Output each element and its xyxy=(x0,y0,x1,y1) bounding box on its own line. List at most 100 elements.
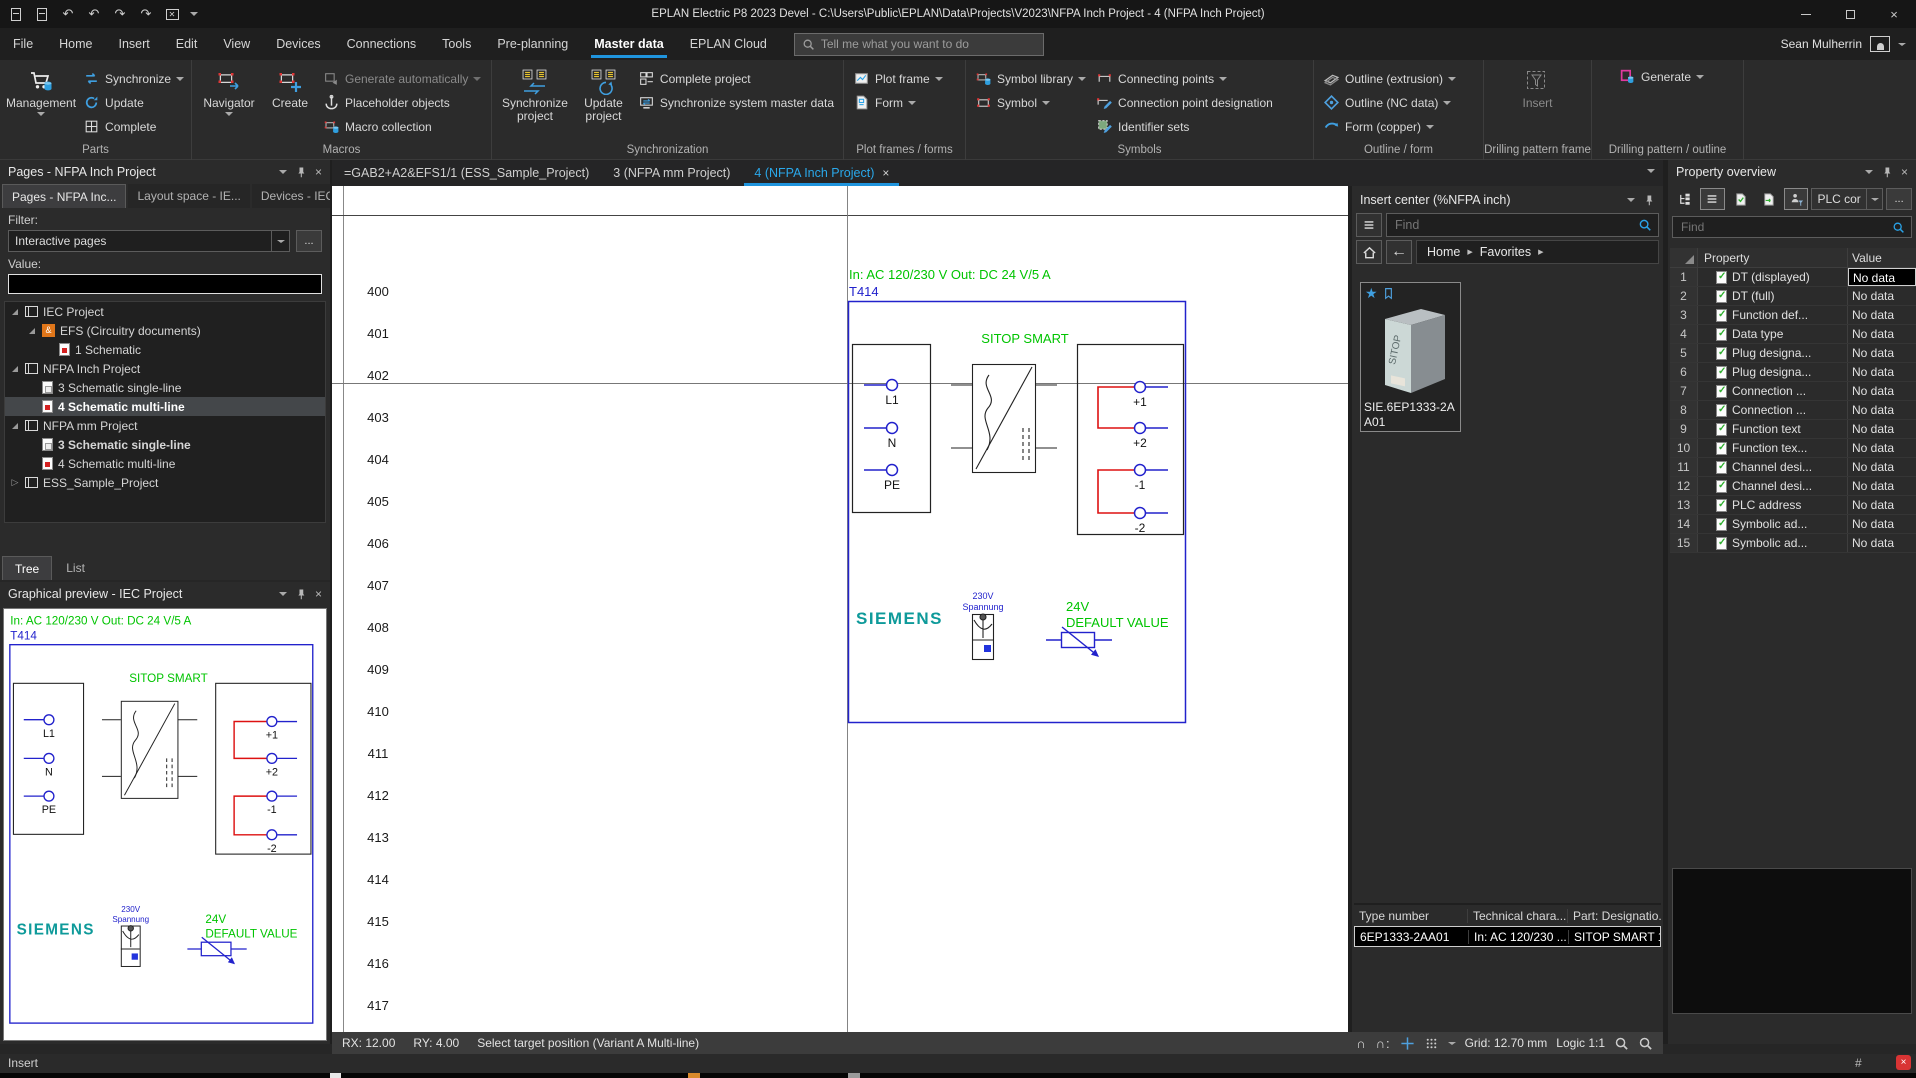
scheme-more-button[interactable]: ... xyxy=(1886,188,1912,210)
property-value[interactable]: No data xyxy=(1848,458,1916,476)
property-row[interactable]: 5Plug designa...No data xyxy=(1670,344,1916,363)
menu-tab-devices[interactable]: Devices xyxy=(263,28,333,60)
restore-button[interactable] xyxy=(1828,0,1872,28)
part-table-row[interactable]: 6EP1333-2AA01In: AC 120/230 ...SITOP SMA… xyxy=(1354,926,1661,947)
macro-collection-button[interactable]: Macro collection xyxy=(320,115,484,138)
previous-page-icon[interactable] xyxy=(8,6,24,22)
undo-list-icon[interactable]: ↶ xyxy=(60,6,76,22)
paste-properties-button[interactable] xyxy=(1756,188,1781,210)
synchronize-project-button[interactable]: Synchronize project xyxy=(498,65,572,123)
tree-item[interactable]: 4 Schematic multi-line xyxy=(5,454,325,473)
property-row[interactable]: 10Function tex...No data xyxy=(1670,439,1916,458)
menu-tab-pre-planning[interactable]: Pre-planning xyxy=(484,28,581,60)
insert-drill-button[interactable]: Insert xyxy=(1501,65,1575,110)
plot-frame-button[interactable]: Plot frame xyxy=(850,67,946,90)
connection-point-designation-button[interactable]: Connection point designation xyxy=(1093,91,1276,114)
form-button[interactable]: Form xyxy=(850,91,946,114)
insert-center-pin-icon[interactable] xyxy=(1643,194,1655,206)
property-value[interactable]: No data xyxy=(1848,363,1916,381)
tree-item[interactable]: 4 Schematic multi-line xyxy=(5,397,325,416)
editor-tab-1[interactable]: 3 (NFPA mm Project) xyxy=(601,160,742,186)
property-overview-pin-icon[interactable] xyxy=(1881,166,1893,178)
minimize-button[interactable] xyxy=(1784,0,1828,28)
menu-tab-view[interactable]: View xyxy=(210,28,263,60)
menu-tab-home[interactable]: Home xyxy=(46,28,105,60)
pages-panel-tab-0[interactable]: Pages - NFPA Inc... xyxy=(2,184,126,208)
value-input[interactable] xyxy=(8,274,322,294)
user-filter-button[interactable] xyxy=(1784,188,1809,210)
management-button[interactable]: Management xyxy=(6,65,76,116)
menu-tab-eplan-cloud[interactable]: EPLAN Cloud xyxy=(677,28,780,60)
property-row[interactable]: 11Channel desi...No data xyxy=(1670,458,1916,477)
tree-view-button[interactable] xyxy=(1672,188,1697,210)
redo-list-icon[interactable]: ↷ xyxy=(138,6,154,22)
property-value[interactable]: No data xyxy=(1848,401,1916,419)
tree-item[interactable]: &EFS (Circuitry documents) xyxy=(5,321,325,340)
editor-tab-2[interactable]: 4 (NFPA Inch Project)× xyxy=(742,160,901,186)
property-value[interactable]: No data xyxy=(1848,268,1916,286)
update-project-button[interactable]: Update project xyxy=(576,65,631,123)
property-overview-menu-icon[interactable] xyxy=(1865,170,1873,174)
identifier-sets-button[interactable]: Identifier sets xyxy=(1093,115,1276,138)
pages-bottom-tab-tree[interactable]: Tree xyxy=(2,556,52,580)
filter-more-button[interactable]: ... xyxy=(296,230,322,252)
property-value[interactable]: No data xyxy=(1848,382,1916,400)
home-button[interactable] xyxy=(1356,240,1382,264)
property-find[interactable] xyxy=(1672,216,1912,238)
symbol-button[interactable]: Symbol xyxy=(972,91,1089,114)
value-column-header[interactable]: Value xyxy=(1848,248,1916,267)
preview-panel-menu-icon[interactable] xyxy=(279,592,287,596)
property-value[interactable]: No data xyxy=(1848,344,1916,362)
complete-button[interactable]: Complete xyxy=(80,115,187,138)
property-row[interactable]: 15Symbolic ad...No data xyxy=(1670,534,1916,553)
tree-item[interactable]: 3 Schematic single-line xyxy=(5,435,325,454)
tree-item[interactable]: 3 Schematic single-line xyxy=(5,378,325,397)
find-magnifier-icon[interactable] xyxy=(1638,218,1652,232)
part-tile[interactable]: ★ SITOP SIE.6EP1333-2AA01 xyxy=(1360,282,1461,432)
snap-icon[interactable]: ∩ xyxy=(1356,1036,1366,1051)
user-caret-icon[interactable] xyxy=(1898,43,1906,46)
update-button[interactable]: Update xyxy=(80,91,187,114)
list-view-button[interactable] xyxy=(1700,188,1725,210)
property-value[interactable]: No data xyxy=(1848,325,1916,343)
grid-caret-icon[interactable] xyxy=(1448,1042,1456,1045)
copy-properties-button[interactable] xyxy=(1728,188,1753,210)
property-row[interactable]: 7Connection ...No data xyxy=(1670,382,1916,401)
tree-expander-icon[interactable] xyxy=(10,309,20,315)
insert-center-find-input[interactable] xyxy=(1393,217,1632,233)
editor-tab-close-icon[interactable]: × xyxy=(882,166,889,180)
next-page-icon[interactable] xyxy=(34,6,50,22)
navigator-button[interactable]: Navigator xyxy=(198,65,260,116)
property-value[interactable]: No data xyxy=(1848,515,1916,533)
splitter-left[interactable] xyxy=(330,160,332,1044)
insert-center-find[interactable] xyxy=(1386,213,1659,237)
outline-extrusion-button[interactable]: Outline (extrusion) xyxy=(1320,67,1459,90)
back-button[interactable]: ← xyxy=(1386,240,1412,264)
insert-center-menu-icon[interactable] xyxy=(1627,198,1635,202)
menu-tab-tools[interactable]: Tools xyxy=(429,28,484,60)
property-overview-close-icon[interactable]: × xyxy=(1901,165,1908,179)
property-value[interactable]: No data xyxy=(1848,439,1916,457)
undo-icon[interactable]: ↶ xyxy=(86,6,102,22)
tree-item[interactable]: 1 Schematic xyxy=(5,340,325,359)
generate-button[interactable]: Generate xyxy=(1616,65,1707,88)
pages-panel-close-icon[interactable]: × xyxy=(315,165,322,179)
property-value[interactable]: No data xyxy=(1848,534,1916,552)
pages-panel-menu-icon[interactable] xyxy=(279,170,287,174)
tree-expander-icon[interactable] xyxy=(10,423,20,429)
property-value[interactable]: No data xyxy=(1848,496,1916,514)
property-row[interactable]: 14Symbolic ad...No data xyxy=(1670,515,1916,534)
preview-panel-pin-icon[interactable] xyxy=(295,588,307,600)
property-value[interactable]: No data xyxy=(1848,420,1916,438)
tellme-search[interactable]: Tell me what you want to do xyxy=(794,33,1044,56)
form-copper-button[interactable]: Form (copper) xyxy=(1320,115,1459,138)
zoom-icon[interactable] xyxy=(1638,1036,1653,1051)
filter-combobox[interactable]: Interactive pages xyxy=(8,230,290,252)
part-table-header[interactable]: Type number xyxy=(1354,909,1468,923)
schematic-canvas[interactable]: 4004014024034044054064074084094104114124… xyxy=(332,186,1348,1032)
tree-expander-icon[interactable]: ▷ xyxy=(10,477,20,488)
part-table-header[interactable]: Technical chara... xyxy=(1468,909,1568,923)
property-row[interactable]: 4Data typeNo data xyxy=(1670,325,1916,344)
find-options-button[interactable] xyxy=(1356,213,1382,237)
create-button[interactable]: Create xyxy=(264,65,316,110)
